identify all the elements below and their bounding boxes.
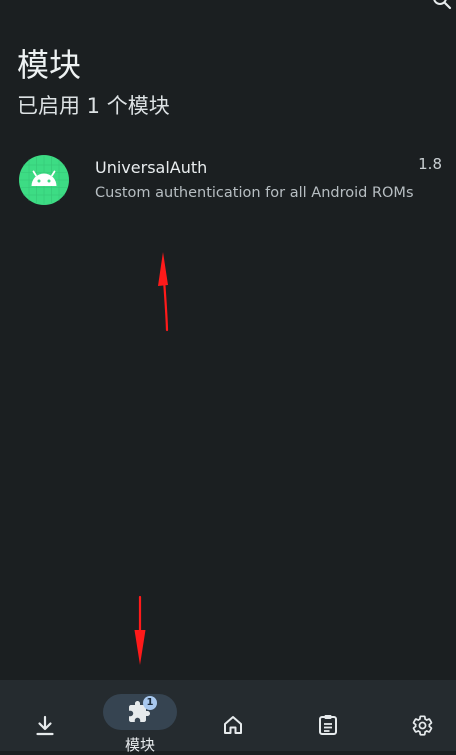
module-item[interactable]: UniversalAuth Custom authentication for …: [0, 145, 456, 217]
module-description: Custom authentication for all Android RO…: [95, 185, 414, 201]
nav-item-download[interactable]: [0, 680, 90, 751]
clipboard-icon: [319, 715, 337, 735]
nav-label-modules: 模块: [124, 736, 156, 754]
annotation-arrow-up: [158, 252, 169, 332]
nav-item-settings[interactable]: [370, 680, 456, 751]
download-icon: [36, 715, 54, 736]
bottom-navigation: 1 模块: [0, 680, 456, 754]
gear-icon: [412, 715, 433, 736]
search-icon[interactable]: [432, 0, 452, 10]
page-title: 模块: [17, 46, 82, 84]
modules-badge: 1: [143, 696, 157, 710]
annotation-arrow-down: [134, 595, 146, 665]
home-icon: [224, 716, 242, 734]
nav-item-logs[interactable]: [280, 680, 370, 751]
nav-item-modules[interactable]: 1 模块: [90, 680, 190, 754]
android-icon: [19, 155, 69, 205]
module-name: UniversalAuth: [95, 158, 208, 177]
page-subtitle: 已启用 1 个模块: [17, 94, 170, 118]
module-version: 1.8: [418, 155, 442, 173]
nav-item-home[interactable]: [190, 680, 280, 751]
